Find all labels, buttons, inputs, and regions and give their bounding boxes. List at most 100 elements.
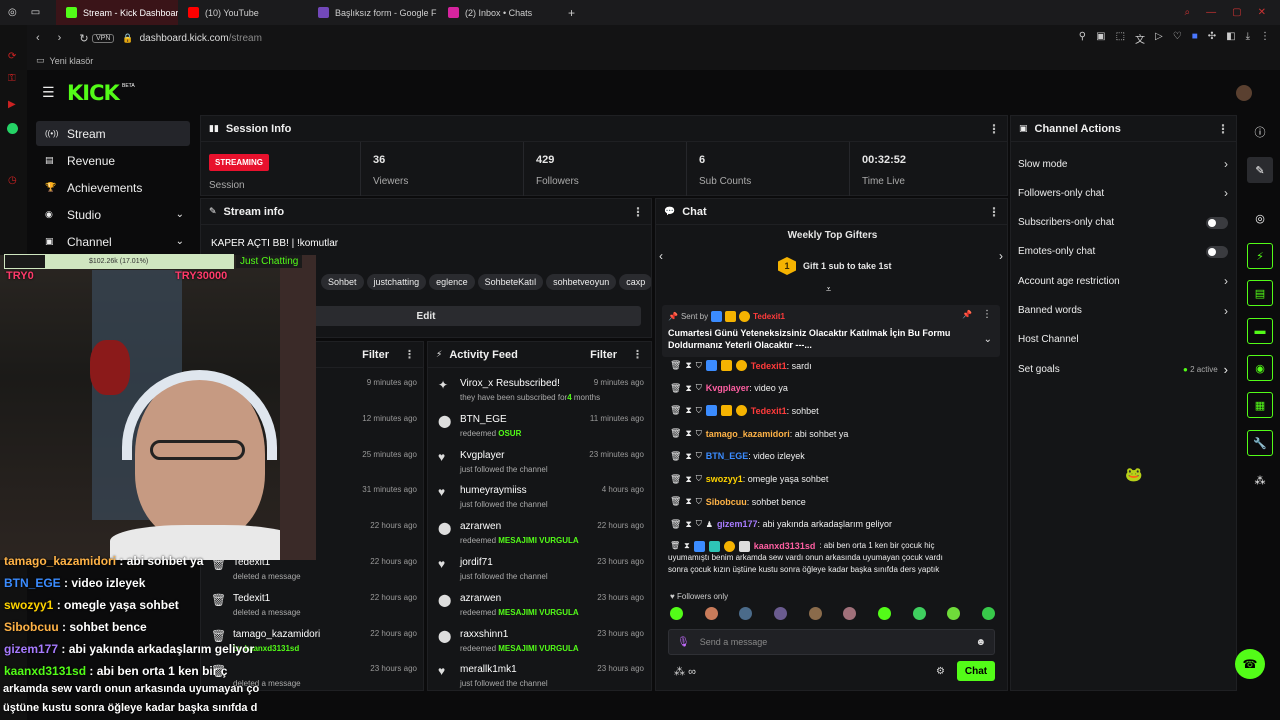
support-chat-button[interactable]: ☎ [1235,649,1265,679]
wrench-icon[interactable]: 🔧 [1247,430,1273,456]
trash-icon[interactable]: 🗑 [670,519,681,530]
chat-message[interactable]: 🗑 ⧗ ⛉ Tedexit1: sohbet [670,405,819,417]
sidebar-item-stream[interactable]: ((•)) Stream [36,121,190,146]
collapse-icon[interactable]: ⩡ [826,284,831,295]
emote-icon[interactable] [877,607,891,620]
chat-settings-icon[interactable]: ⚙ [936,666,945,677]
vpn-badge[interactable]: VPN [92,33,115,43]
history-icon[interactable]: ⟳ [8,51,16,62]
activity-row[interactable]: ✦ Virox_x Resubscribed! they have been sub… [428,376,651,410]
more-options-icon[interactable]: ⋮ [988,205,1000,219]
more-options-icon[interactable]: ⋮ [632,205,644,219]
sidebar-item-studio[interactable]: ◉ Studio ⌄ [36,202,190,227]
more-options-icon[interactable]: ⋮ [982,309,992,320]
channel-action-host-channel[interactable]: Host Channel [1018,330,1228,350]
tab-google-form[interactable]: Başlıksız form - Google F [308,0,438,25]
back-icon[interactable]: ‹ [36,32,40,45]
lightning-icon[interactable]: ⚡ [1247,243,1273,269]
send-chat-button[interactable]: Chat [957,661,995,681]
timeout-icon[interactable]: ⧗ [685,451,691,462]
reload-icon[interactable]: ↻ [79,32,88,45]
timeout-icon[interactable]: ⧗ [685,383,691,394]
wallet-icon[interactable]: ◧ [1226,31,1235,46]
activity-row[interactable]: ♥ jordif71 just followed the channel 23 hou… [428,555,651,589]
more-options-icon[interactable]: ⋮ [1217,122,1229,136]
sidebar-item-channel[interactable]: ▣ Channel ⌄ [36,229,190,254]
extension-icon[interactable]: ■ [1192,31,1198,46]
whatsapp-icon[interactable] [7,123,18,134]
screenshot-icon[interactable]: ▣ [1096,31,1105,46]
channel-action-emotes-only-chat[interactable]: Emotes-only chat [1018,242,1228,262]
chevron-down-icon[interactable]: ⌄ [176,236,184,247]
tab-list-icon[interactable]: ▭ [31,7,40,18]
tag-chip[interactable]: justchatting [366,274,427,290]
emote-icon[interactable] [739,607,753,620]
activity-row[interactable]: ♥ humeyraymiiss just followed the channel 4… [428,483,651,517]
player-icon[interactable]: ▶ [8,99,16,110]
activity-filter-button[interactable]: Filter [590,349,617,361]
minimize-icon[interactable]: — [1206,7,1216,18]
emote-icon[interactable] [773,607,787,620]
emote-icon[interactable] [670,607,683,620]
trash-icon[interactable]: 🗑 [670,540,680,552]
chat-message[interactable]: 🗑 ⧗ ⛉ BTN_EGE: video izleyek [670,451,805,462]
tag-chip[interactable]: caxp [619,274,651,290]
chat-message[interactable]: 🗑 ⧗ ⛉ Kvgplayer: video ya [670,383,788,394]
timeout-icon[interactable]: ⧗ [685,360,691,371]
bag-icon[interactable]: ⚿ [8,73,16,84]
tab-kick-dashboard[interactable]: Stream - Kick Dashboard [56,0,178,25]
emote-icon[interactable] [947,607,961,620]
toggle-switch[interactable] [1206,245,1228,258]
tag-chip[interactable]: eglence [429,274,475,290]
trash-icon[interactable]: 🗑 [670,405,681,416]
activity-row[interactable]: ⬤ raxxshinn1 redeemed MESAJIMI VURGULA 23 h… [428,627,651,661]
browser-menu-icon[interactable]: ◎ [8,7,17,18]
apps-icon[interactable]: ⁂ [1247,467,1273,493]
activity-row[interactable]: ⬤ BTN_EGE redeemed OSUR 11 minutes ago [428,412,651,446]
sidebar-item-revenue[interactable]: ▤ Revenue [36,148,190,173]
timeout-icon[interactable]: ⧗ [684,540,690,552]
hamburger-menu-icon[interactable]: ☰ [42,84,55,101]
channel-action-subscribers-only-chat[interactable]: Subscribers-only chat [1018,213,1228,233]
emote-icon[interactable] [843,607,857,620]
chat-message[interactable]: 🗑 ⧗ ⛉ Sibobcuu: sohbet bence [670,496,806,507]
info-icon[interactable]: ⓘ [1247,119,1273,145]
activity-row[interactable]: ♥ merallk1mk1 just followed the channel 23 … [428,662,651,690]
layout-icon[interactable]: ▦ [1247,392,1273,418]
chevron-down-icon[interactable]: ⌄ [984,334,992,345]
chat-bubble-icon[interactable]: ▬ [1247,318,1273,344]
play-icon[interactable]: ▷ [1155,31,1163,46]
chat-message[interactable]: 🗑 ⧗ ⛉ Tedexit1: sardı [670,360,812,371]
trash-icon[interactable]: 🗑 [670,474,681,485]
activity-row[interactable]: ⬤ azrarwen redeemed MESAJIMI VURGULA 23 hou… [428,591,651,625]
more-options-icon[interactable]: ⋮ [404,348,415,361]
chevron-left-icon[interactable]: ‹ [659,249,663,263]
translate-icon[interactable]: 文 [1135,31,1145,46]
toggle-switch[interactable] [1206,216,1228,229]
trash-icon[interactable]: 🗑 [670,360,681,371]
sidebar-item-achievements[interactable]: 🏆 Achievements [36,175,190,200]
timeout-icon[interactable]: ⧗ [685,474,691,485]
mod-filter-button[interactable]: Filter [362,349,389,361]
timeout-icon[interactable]: ⧗ [685,405,691,416]
more-options-icon[interactable]: ⋮ [988,122,1000,136]
chevron-right-icon[interactable]: › [999,249,1003,263]
chat-message[interactable]: 🗑 ⧗ ⛉ tamago_kazamidori: abi sohbet ya [670,428,848,439]
activity-row[interactable]: ♥ Kvgplayer just followed the channel 23 mi… [428,448,651,482]
points-display[interactable]: ⁂ ∞ [674,665,696,678]
emoji-icon[interactable]: ☻ [975,637,986,648]
browser-options-icon[interactable]: ⋮ [1260,31,1270,46]
clipboard-icon[interactable]: ▤ [1247,280,1273,306]
chat-message[interactable]: 🗑 ⧗ ⛉ swozyy1: omegle yaşa sohbet [670,474,828,485]
emote-icon[interactable] [704,607,718,620]
search-tabs-icon[interactable]: ⌕ [1185,7,1191,18]
trash-icon[interactable]: 🗑 [670,496,681,507]
more-options-icon[interactable]: ⋮ [632,348,643,361]
tag-chip[interactable]: SohbeteKatıl [477,274,544,290]
pinned-message[interactable]: 📌 Sent by Tedexit1 📌 ⋮ Cumartesi Günü Ye… [662,305,1000,357]
timeout-icon[interactable]: ⧗ [685,496,691,507]
kick-logo[interactable]: KICK [67,81,120,105]
url-domain[interactable]: dashboard.kick.com [140,33,229,44]
chevron-down-icon[interactable]: ⌄ [176,209,184,220]
clock-icon[interactable]: ◷ [8,175,17,186]
